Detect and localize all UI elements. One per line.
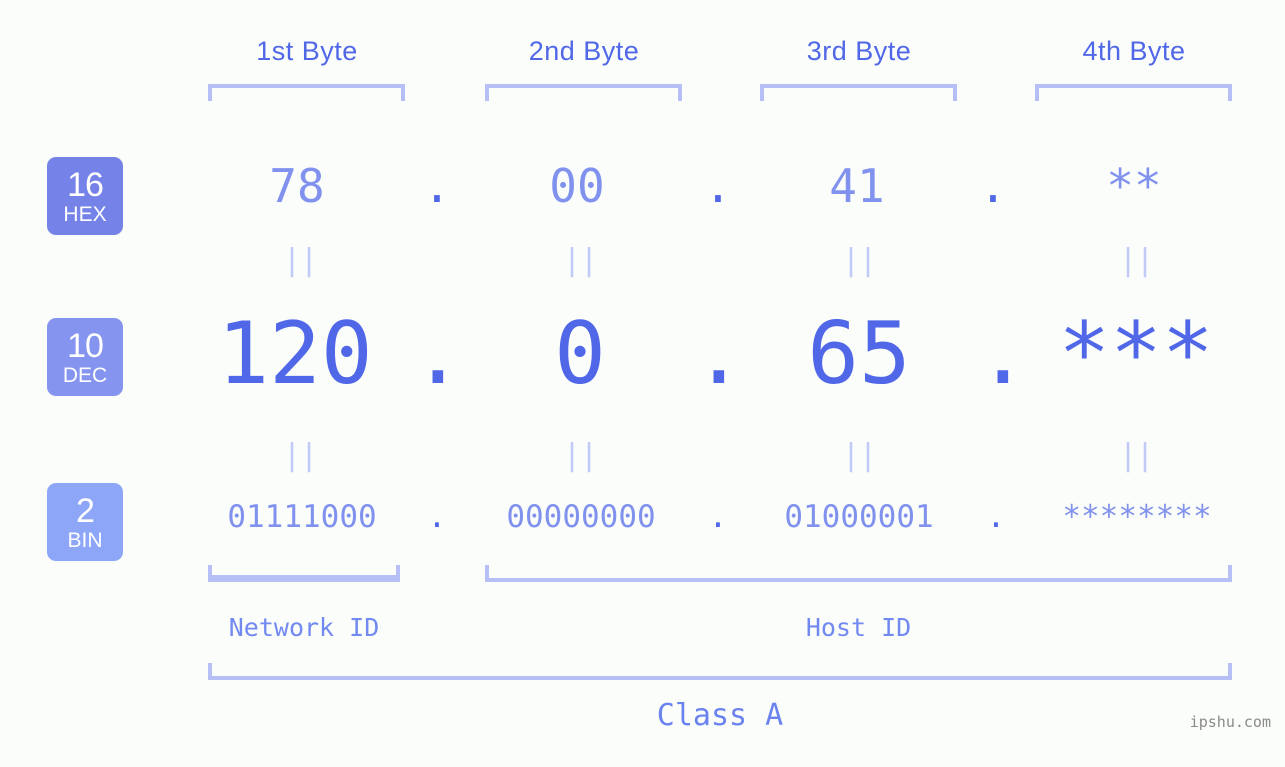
byte-header-1: 1st Byte	[256, 36, 358, 66]
byte-bracket-1	[208, 84, 405, 101]
dec-byte-1: 120	[217, 304, 373, 404]
byte-header-4: 4th Byte	[1082, 36, 1186, 66]
hex-byte-4: **	[1106, 159, 1162, 213]
base-badge-dec-number: 10	[67, 326, 104, 365]
ip-byte-breakdown-diagram: 1st Byte 2nd Byte 3rd Byte 4th Byte 16 H…	[0, 0, 1285, 767]
network-id-bracket-bottom	[208, 575, 400, 579]
class-label: Class A	[656, 698, 784, 733]
equality-mark-6: ||	[562, 438, 598, 473]
hex-separator-2: .	[704, 159, 732, 213]
dec-byte-4: ***	[1058, 304, 1214, 404]
base-badge-bin-name: BIN	[67, 528, 103, 552]
hex-separator-1: .	[423, 159, 451, 213]
hex-separator-3: .	[979, 159, 1007, 213]
base-badge-hex-name: HEX	[63, 202, 107, 226]
byte-header-3: 3rd Byte	[806, 36, 912, 66]
equality-mark-5: ||	[282, 438, 318, 473]
host-id-bracket-top	[485, 565, 1232, 582]
equality-mark-7: ||	[841, 438, 877, 473]
base-badge-hex: 16 HEX	[47, 157, 123, 235]
dec-byte-2: 0	[554, 304, 606, 404]
network-id-label: Network ID	[228, 613, 380, 642]
bin-separator-3: .	[986, 499, 1006, 535]
base-badge-hex-number: 16	[67, 165, 104, 204]
bin-byte-2: 00000000	[506, 499, 656, 535]
equality-mark-4: ||	[1118, 243, 1154, 278]
watermark: ipshu.com	[1189, 713, 1271, 731]
dec-byte-3: 65	[807, 304, 911, 404]
base-badge-dec-name: DEC	[62, 363, 108, 387]
network-id-bracket-top	[208, 565, 400, 582]
base-badge-dec: 10 DEC	[47, 318, 123, 396]
bin-byte-1: 01111000	[227, 499, 377, 535]
byte-bracket-3	[760, 84, 957, 101]
hex-byte-2: 00	[549, 159, 605, 213]
base-badge-bin-number: 2	[76, 491, 95, 530]
byte-bracket-4	[1035, 84, 1232, 101]
base-badge-bin: 2 BIN	[47, 483, 123, 561]
dec-separator-1: .	[412, 304, 464, 404]
equality-mark-1: ||	[282, 243, 318, 278]
bin-byte-3: 01000001	[784, 499, 934, 535]
dec-separator-2: .	[693, 304, 745, 404]
bin-separator-2: .	[708, 499, 728, 535]
bin-byte-4: ********	[1062, 499, 1212, 535]
bin-separator-1: .	[427, 499, 447, 535]
equality-mark-3: ||	[841, 243, 877, 278]
hex-byte-3: 41	[829, 159, 885, 213]
hex-byte-1: 78	[269, 159, 325, 213]
class-bracket	[208, 663, 1232, 680]
dec-separator-3: .	[977, 304, 1029, 404]
byte-bracket-2	[485, 84, 682, 101]
byte-header-2: 2nd Byte	[528, 36, 640, 66]
host-id-label: Host ID	[805, 613, 912, 642]
equality-mark-2: ||	[562, 243, 598, 278]
equality-mark-8: ||	[1118, 438, 1154, 473]
